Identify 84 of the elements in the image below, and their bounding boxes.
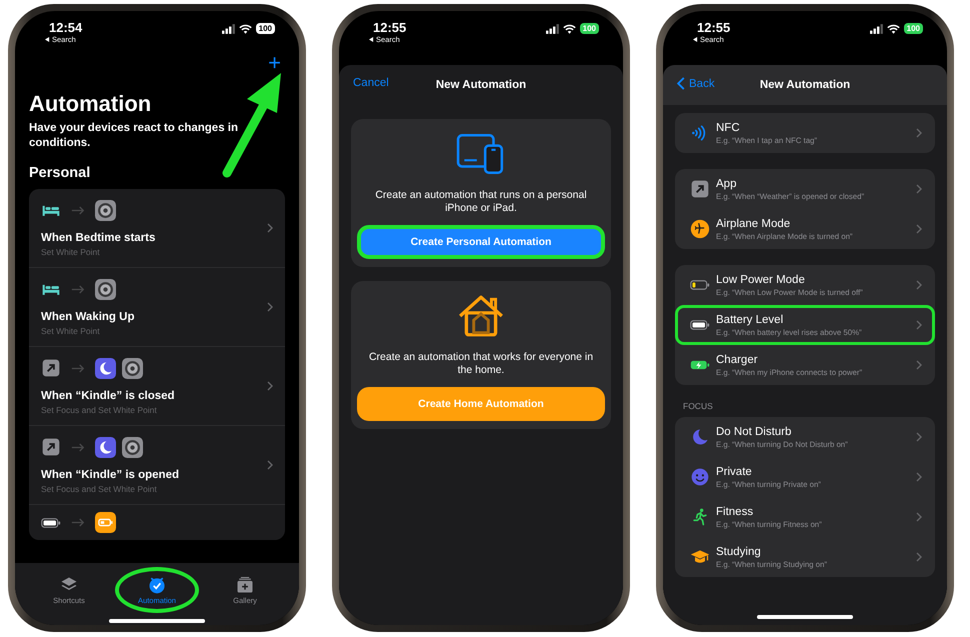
chevron-icon [916, 224, 922, 234]
back-triangle-icon [693, 37, 698, 42]
arrow-square-icon [690, 179, 710, 199]
chevron-icon [267, 460, 273, 470]
signal-icon [870, 24, 883, 34]
gear-icon [122, 436, 143, 458]
signal-icon [546, 24, 559, 34]
arrow-square-icon [41, 437, 61, 457]
battery-icon [95, 512, 116, 533]
automation-row[interactable]: When Bedtime starts Set White Point [29, 189, 285, 268]
arrow-icon [71, 364, 85, 372]
check-circle-icon [147, 575, 167, 595]
back-triangle-icon [369, 37, 374, 42]
moon-icon [690, 427, 710, 447]
trigger-title: Do Not Disturb [716, 426, 792, 438]
battery-indicator: 100 [580, 23, 599, 34]
chevron-icon [916, 280, 922, 290]
automation-title: When “Kindle” is closed [41, 390, 176, 402]
arrow-icon [71, 206, 85, 214]
automation-title: When “Kindle” is opened [41, 468, 180, 480]
gear-icon [95, 200, 116, 220]
automation-row[interactable]: When “Kindle” is opened Set Focus and Set White Point [29, 426, 285, 505]
automation-title: When Bedtime starts [41, 232, 156, 244]
moon-icon [95, 436, 116, 458]
chevron-icon [916, 184, 922, 194]
automation-row[interactable]: When Waking Up Set White Point [29, 268, 285, 347]
arrow-icon [71, 518, 85, 527]
automation-detail: Set White Point [41, 326, 101, 336]
create-automation-button[interactable]: Create Personal Automation [357, 225, 605, 259]
chevron-icon [916, 472, 922, 482]
wifi-icon [238, 24, 252, 34]
wifi-icon [886, 24, 900, 34]
automation-detail: Set White Point [41, 246, 101, 256]
chevron-icon [916, 320, 922, 330]
arrow-icon [71, 284, 85, 294]
battery-indicator: 100 [256, 23, 275, 34]
trigger-title: Private [716, 466, 753, 478]
chevron-icon [916, 512, 922, 522]
cancel-button[interactable]: Cancel [353, 77, 389, 89]
trigger-title: Battery Level [716, 314, 784, 326]
add-button[interactable]: + [264, 51, 285, 75]
automation-detail: Set Focus and Set White Point [41, 404, 158, 414]
back-chevron-icon [677, 77, 685, 90]
trigger-title: Fitness [716, 506, 754, 518]
section-heading: Personal [29, 165, 92, 181]
gear-icon [122, 358, 143, 378]
trigger-title: Charger [716, 354, 759, 366]
arrow-icon [71, 442, 85, 452]
option-description: Create an automation that runs on a personal iPhone or iPad. [374, 189, 588, 215]
page-title: Automation [29, 91, 152, 117]
trigger-title: Airplane Mode [716, 218, 792, 230]
chevron-icon [916, 552, 922, 562]
nav-title: New Automation [760, 79, 850, 91]
back-triangle-icon [45, 37, 50, 42]
trigger-title: App [716, 178, 738, 190]
trigger-title: Studying [716, 546, 762, 558]
section-header: FOCUS [682, 401, 714, 413]
chevron-icon [916, 432, 922, 442]
option-description: Create an automation that works for everyone in the home. [368, 351, 594, 377]
automation-title: When Waking Up [41, 310, 136, 322]
chevron-icon [267, 302, 273, 312]
chevron-icon [916, 360, 922, 370]
chevron-icon [267, 223, 273, 233]
automation-detail: Set Focus and Set White Point [41, 484, 158, 494]
moon-icon [95, 358, 116, 378]
page-subtitle: Have your devices react to changes in conditions. [29, 121, 239, 151]
gear-icon [95, 278, 116, 300]
nav-title: New Automation [436, 79, 526, 91]
chevron-icon [916, 128, 922, 138]
airplane-icon [690, 219, 710, 239]
arrow-square-icon [41, 358, 61, 378]
battery-indicator: 100 [904, 23, 923, 34]
smiley-icon [690, 467, 710, 487]
wifi-icon [562, 24, 576, 34]
gallery-icon [235, 575, 255, 595]
trigger-title: Low Power Mode [716, 274, 806, 286]
status-time: 12:54 [48, 21, 82, 35]
chevron-icon [267, 381, 273, 391]
signal-icon [222, 24, 235, 34]
status-time: 12:55 [696, 21, 730, 35]
back-button[interactable]: Back [677, 77, 715, 90]
trigger-title: NFC [716, 122, 741, 134]
status-time: 12:55 [372, 21, 406, 35]
automation-row[interactable]: When “Kindle” is closed Set Focus and Set White Point [29, 347, 285, 426]
